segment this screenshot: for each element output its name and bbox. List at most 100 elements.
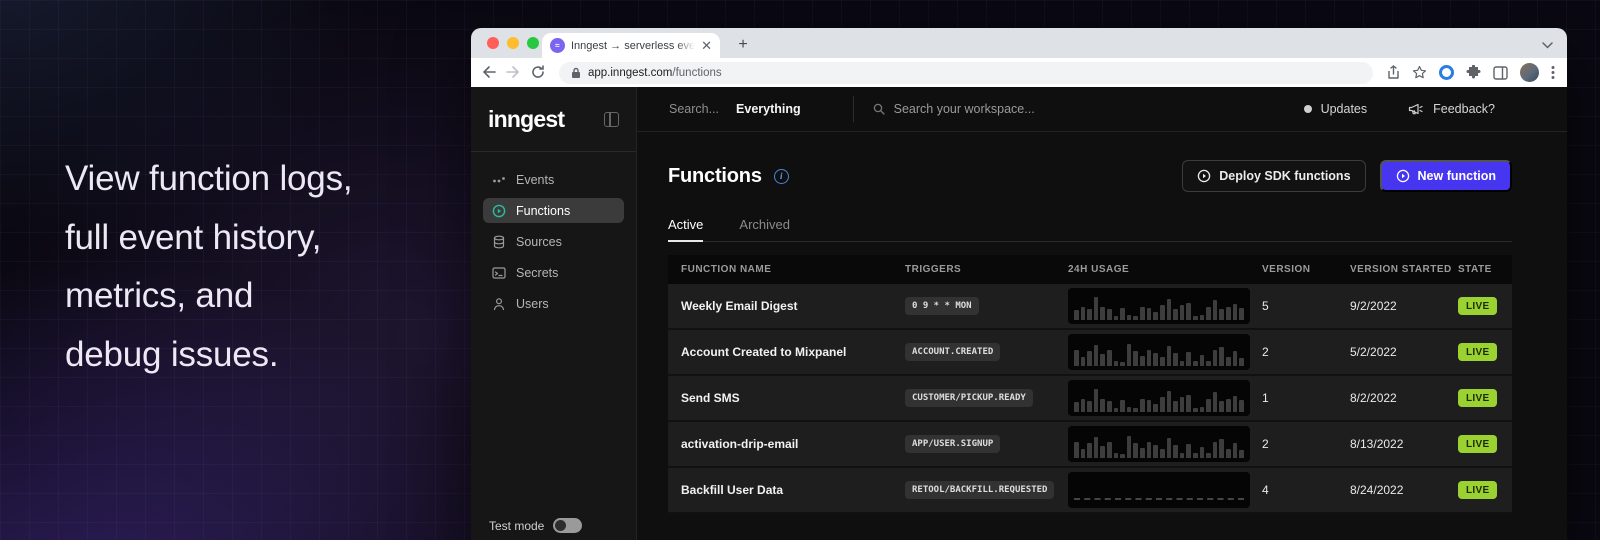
function-name-link[interactable]: Backfill User Data [681,483,783,497]
table-body: Weekly Email Digest0 9 * * MON59/2/2022L… [668,284,1512,514]
usage-bar [1081,449,1086,458]
tab-active[interactable]: Active [668,217,703,241]
cell-version: 2 [1262,345,1350,359]
sidebar-item-users[interactable]: Users [483,291,624,316]
usage-bar [1094,297,1099,320]
bookmark-star-icon[interactable] [1412,65,1427,80]
table-row[interactable]: Weekly Email Digest0 9 * * MON59/2/2022L… [668,284,1512,330]
usage-sparkline-chart [1068,288,1250,324]
functions-table: FUNCTION NAME TRIGGERS 24H USAGE VERSION… [668,255,1512,514]
live-state-badge: LIVE [1458,435,1497,453]
sidebar-item-sources[interactable]: Sources [483,229,624,254]
new-function-button[interactable]: New function [1380,160,1512,192]
info-icon[interactable]: i [774,169,789,184]
usage-bar [1120,308,1125,320]
search-scope-everything[interactable]: Everything [736,102,801,116]
table-row[interactable]: Send SMSCUSTOMER/PICKUP.READY18/2/2022LI… [668,376,1512,422]
usage-bar [1186,303,1191,320]
usage-bar [1173,401,1178,412]
function-name-link[interactable]: Weekly Email Digest [681,299,798,313]
usage-bar [1206,399,1211,412]
usage-bar [1186,352,1191,366]
inngest-logo: inngest [488,106,564,133]
deploy-sdk-functions-button[interactable]: Deploy SDK functions [1182,160,1365,192]
usage-bar [1120,400,1125,412]
function-name-link[interactable]: activation-drip-email [681,437,798,451]
sidebar-item-events[interactable]: Events [483,167,624,192]
function-name-link[interactable]: Account Created to Mixpanel [681,345,846,359]
version-value: 4 [1262,483,1269,497]
cell-version: 1 [1262,391,1350,405]
search-label[interactable]: Search... [669,102,719,116]
share-icon[interactable] [1387,65,1400,80]
test-mode-toggle[interactable] [553,518,582,533]
usage-sparkline-chart [1068,426,1250,462]
usage-bar [1167,299,1172,320]
collapse-sidebar-icon[interactable] [604,112,619,127]
workspace-search-input[interactable]: Search your workspace... [873,102,1035,116]
usage-bar [1074,310,1079,320]
usage-bar [1153,312,1158,320]
version-started-value: 8/24/2022 [1350,483,1403,497]
usage-bar [1094,389,1099,412]
reload-icon[interactable] [531,65,545,81]
tab-close-icon[interactable]: ✕ [701,39,712,52]
back-icon[interactable] [481,65,496,81]
sidebar-item-secrets[interactable]: Secrets [483,260,624,285]
new-tab-button[interactable]: + [733,35,753,55]
usage-bar [1226,307,1231,320]
table-row[interactable]: Backfill User DataRETOOL/BACKFILL.REQUES… [668,468,1512,514]
window-minimize-button[interactable] [507,37,519,49]
usage-bar [1186,395,1191,412]
usage-bar [1107,442,1112,458]
usage-bar [1167,391,1172,412]
function-name-link[interactable]: Send SMS [681,391,740,405]
workspace-topbar: Search... Everything Search your workspa… [637,87,1567,132]
browser-tab[interactable]: ≈ Inngest → serverless event-dri ✕ [542,33,720,58]
cell-version-started: 5/2/2022 [1350,345,1458,359]
table-row[interactable]: activation-drip-emailAPP/USER.SIGNUP28/1… [668,422,1512,468]
trigger-badge: ACCOUNT.CREATED [905,343,1000,361]
usage-bar [1239,400,1244,412]
usage-bar [1200,407,1205,412]
updates-button[interactable]: Updates [1304,102,1368,116]
usage-bar [1133,443,1138,458]
side-panel-icon[interactable] [1493,66,1508,80]
live-state-badge: LIVE [1458,481,1497,499]
extensions-puzzle-icon[interactable] [1466,65,1481,80]
feedback-button[interactable]: Feedback? [1408,102,1495,116]
usage-bar [1226,357,1231,366]
forward-icon[interactable] [506,65,521,81]
window-close-button[interactable] [487,37,499,49]
sidebar-item-functions[interactable]: Functions [483,198,624,223]
table-row[interactable]: Account Created to Mixpanel ACCOUNT.CREAT… [668,330,1512,376]
app-sidebar: inngest Events Functions Sources [471,87,637,540]
usage-bar [1081,307,1086,320]
address-bar[interactable]: app.inngest.com/functions [559,62,1373,84]
browser-menu-icon[interactable] [1551,65,1555,80]
cell-24h-usage [1068,288,1262,324]
usage-bar [1167,346,1172,366]
usage-bar [1087,443,1092,458]
cell-version-started: 9/2/2022 [1350,299,1458,313]
usage-bar [1239,308,1244,320]
profile-avatar[interactable] [1520,63,1539,82]
hero-line: full event history, [65,209,352,268]
cell-function-name: Backfill User Data [668,483,905,497]
live-state-badge: LIVE [1458,343,1497,361]
cell-24h-usage [1068,426,1262,462]
window-zoom-button[interactable] [527,37,539,49]
usage-bar [1087,309,1092,320]
header-actions: Deploy SDK functions New function [1182,160,1512,192]
onepassword-icon[interactable] [1439,65,1454,80]
usage-bar [1100,399,1105,412]
cell-triggers: 0 9 * * MON [905,297,1068,315]
tab-search-chevron-icon[interactable] [1542,36,1553,54]
live-state-badge: LIVE [1458,389,1497,407]
tab-archived[interactable]: Archived [739,217,790,241]
usage-bar [1213,392,1218,412]
usage-bar [1074,442,1079,458]
tab-title: Inngest → serverless event-dri [571,40,695,52]
usage-bar [1206,307,1211,320]
usage-bar [1147,442,1152,458]
